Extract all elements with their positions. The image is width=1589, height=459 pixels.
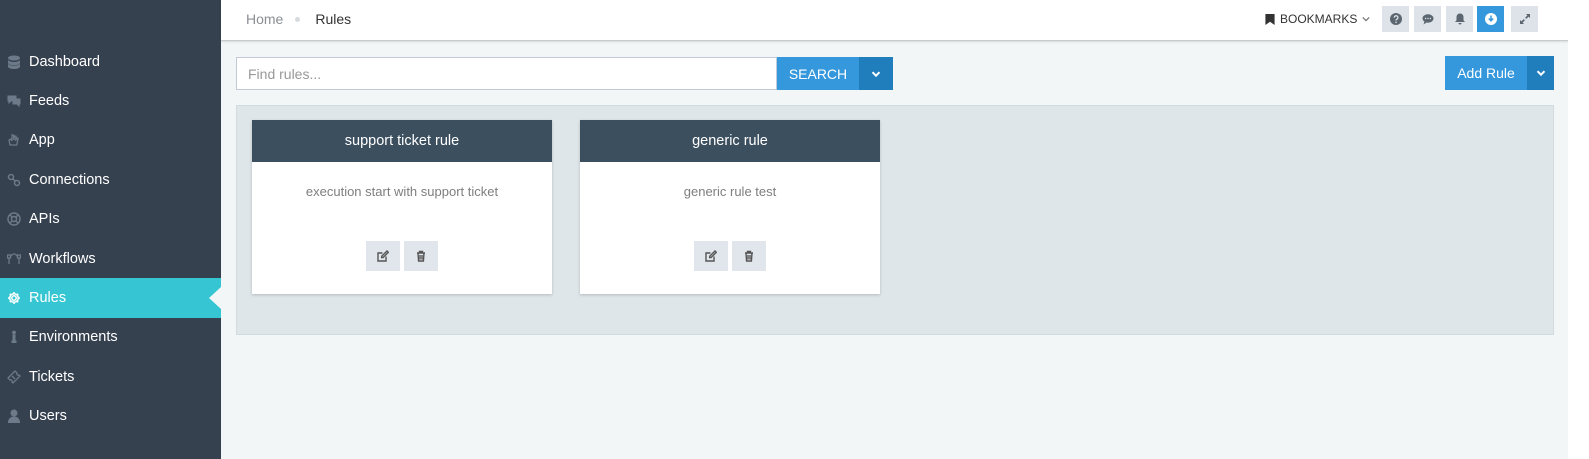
add-rule-button[interactable]: Add Rule [1445, 56, 1527, 90]
question-icon [1389, 13, 1402, 25]
sidebar-item-label: Dashboard [29, 53, 100, 70]
breadcrumb-home-link[interactable]: Home [246, 11, 283, 27]
scrollbar-rail [1568, 0, 1589, 459]
download-button[interactable] [1477, 6, 1504, 32]
database-icon [7, 55, 21, 69]
sidebar-item-label: APIs [29, 211, 60, 228]
download-circle-icon [1484, 13, 1497, 25]
breadcrumb-separator [295, 16, 301, 22]
comments-icon [7, 94, 21, 108]
user-icon [7, 409, 21, 424]
sidebar-item-environments[interactable]: Environments [0, 318, 221, 357]
sidebar: Dashboard Feeds App Connections APIs Wor… [0, 0, 221, 459]
sidebar-item-apis[interactable]: APIs [0, 200, 221, 239]
chevron-down-icon [871, 70, 881, 77]
sidebar-item-users[interactable]: Users [0, 397, 221, 436]
sidebar-item-label: Environments [29, 329, 118, 346]
notifications-button[interactable] [1446, 6, 1473, 32]
bell-icon [1454, 13, 1465, 25]
rule-card-actions [580, 241, 880, 271]
fullscreen-button[interactable] [1511, 6, 1538, 32]
bookmark-icon [1265, 13, 1275, 25]
ticket-icon [7, 369, 21, 384]
delete-rule-button[interactable] [732, 241, 766, 271]
link-icon [7, 173, 21, 187]
top-bar: Home Rules BOOKMARKS [221, 0, 1568, 41]
sidebar-item-tickets[interactable]: Tickets [0, 357, 221, 396]
sidebar-item-label: Feeds [29, 93, 70, 110]
sidebar-item-label: Rules [29, 290, 67, 307]
comment-icon [1422, 14, 1433, 25]
chevron-down-icon [1362, 16, 1370, 22]
expand-icon [1519, 14, 1530, 24]
sidebar-nav: Dashboard Feeds App Connections APIs Wor… [0, 42, 221, 436]
chevron-down-icon [1536, 70, 1545, 77]
add-rule-dropdown[interactable] [1527, 56, 1554, 90]
sidebar-item-label: Connections [29, 171, 110, 188]
workflow-icon [7, 252, 21, 266]
breadcrumb-current: Rules [315, 11, 352, 27]
sidebar-item-label: App [29, 132, 55, 149]
delete-rule-button[interactable] [404, 241, 438, 271]
sidebar-item-connections[interactable]: Connections [0, 160, 221, 199]
sidebar-item-dashboard[interactable]: Dashboard [0, 42, 221, 81]
sidebar-item-feeds[interactable]: Feeds [0, 81, 221, 120]
search-input[interactable] [236, 57, 777, 90]
rule-card-description: generic rule test [683, 184, 777, 199]
sidebar-item-label: Tickets [29, 368, 75, 385]
lifebuoy-icon [7, 212, 21, 226]
search-options-dropdown[interactable] [859, 57, 893, 90]
trash-icon [745, 250, 753, 262]
edit-rule-button[interactable] [366, 241, 400, 271]
sidebar-item-label: Users [29, 408, 67, 425]
rule-card: generic rule generic rule test [580, 120, 880, 294]
chat-button[interactable] [1414, 6, 1441, 32]
edit-rule-button[interactable] [694, 241, 728, 271]
gear-icon [7, 291, 21, 305]
sidebar-item-label: Workflows [29, 250, 96, 267]
rule-card-title: generic rule [580, 120, 880, 162]
rule-card-actions [252, 241, 552, 271]
info-icon [7, 330, 21, 344]
rule-card-description: execution start with support ticket [305, 184, 499, 199]
hand-icon [7, 133, 21, 147]
edit-icon [705, 250, 717, 262]
bookmarks-label: BOOKMARKS [1280, 12, 1358, 26]
search-button[interactable]: SEARCH [777, 57, 859, 90]
rule-card-title: support ticket rule [252, 120, 552, 162]
edit-icon [377, 250, 389, 262]
bookmarks-dropdown[interactable]: BOOKMARKS [1265, 12, 1375, 26]
sidebar-item-rules[interactable]: Rules [0, 278, 221, 318]
help-button[interactable] [1382, 6, 1409, 32]
rule-card: support ticket rule execution start with… [252, 120, 552, 294]
trash-icon [417, 250, 425, 262]
sidebar-item-workflows[interactable]: Workflows [0, 239, 221, 278]
breadcrumb: Home Rules [246, 11, 351, 27]
sidebar-item-app[interactable]: App [0, 121, 221, 160]
